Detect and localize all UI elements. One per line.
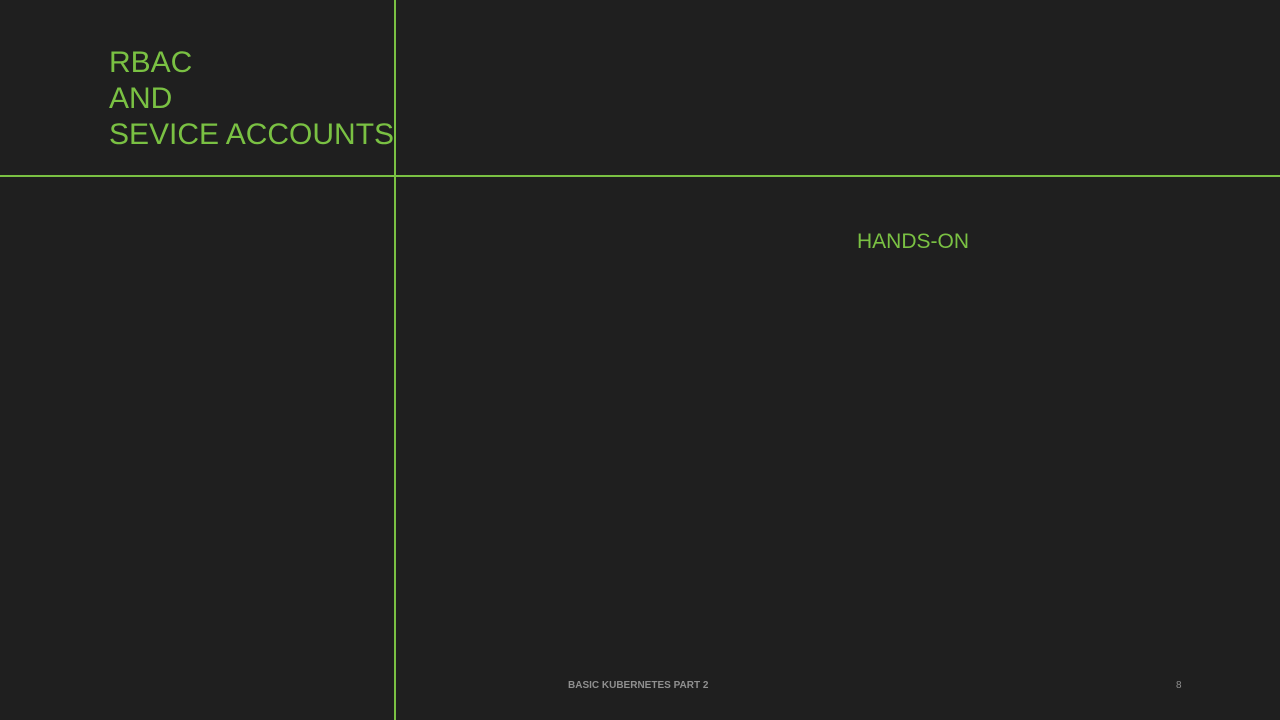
footer-text: BASIC KUBERNETES PART 2 (568, 680, 709, 691)
slide: RBAC AND SEVICE ACCOUNTS HANDS-ON BASIC … (0, 0, 1280, 720)
horizontal-divider (0, 175, 1280, 177)
slide-title: RBAC AND SEVICE ACCOUNTS (109, 45, 394, 153)
title-line-1: RBAC (109, 46, 193, 79)
title-line-2: AND (109, 82, 173, 115)
vertical-divider (394, 0, 396, 720)
title-line-3: SEVICE ACCOUNTS (109, 118, 395, 151)
page-number: 8 (1176, 680, 1182, 691)
section-heading: HANDS-ON (857, 230, 970, 253)
